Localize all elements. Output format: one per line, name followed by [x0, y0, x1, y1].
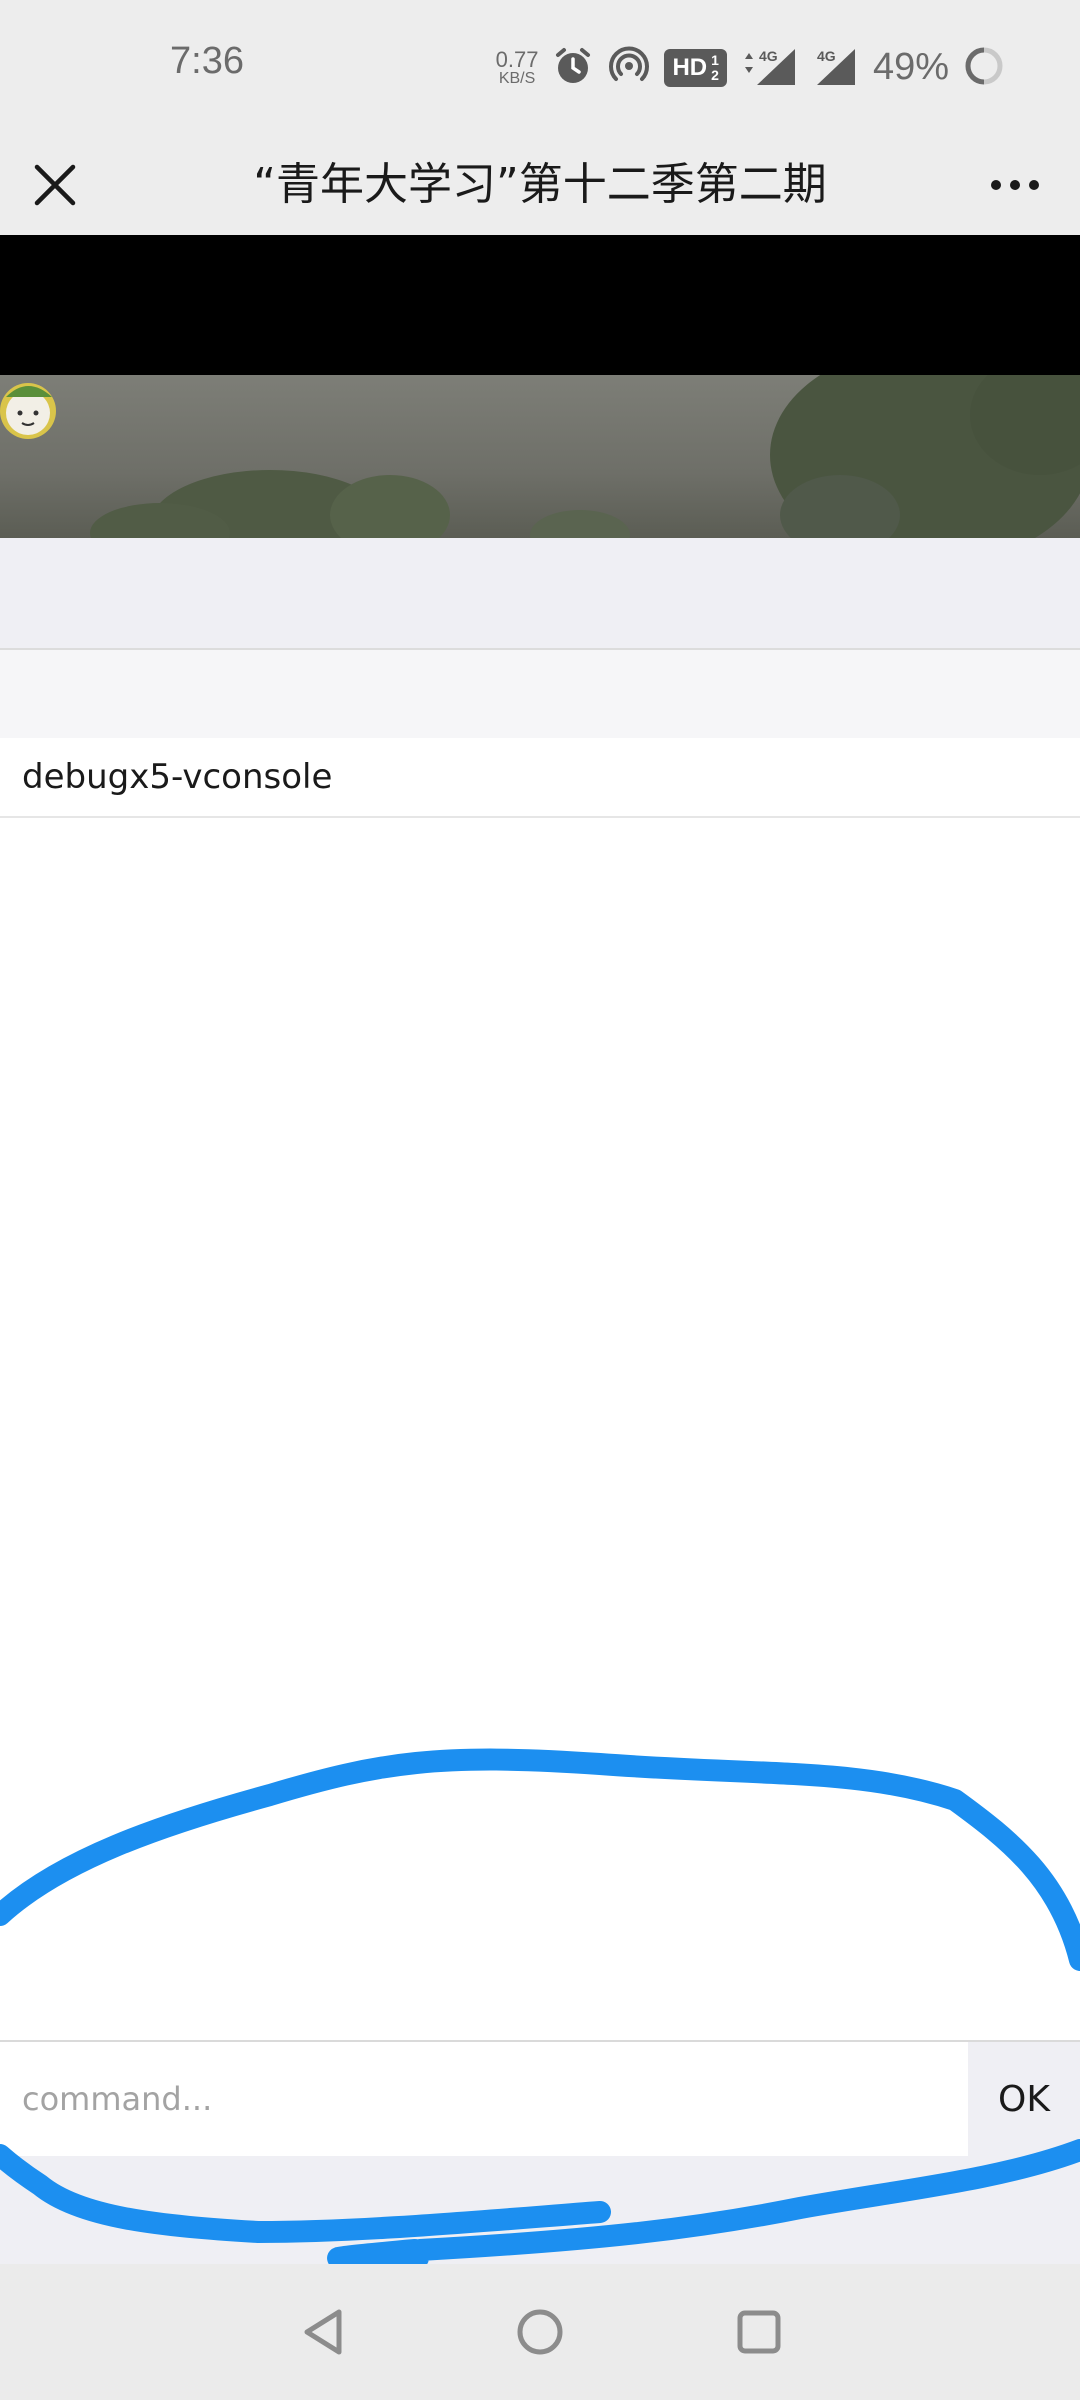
battery-percent: 49%	[872, 46, 949, 88]
command-bar: OK	[0, 2040, 1080, 2158]
screen: 7:36 0.77 KB/S HD 1 2 4G 4G 49% “青年大学习”第…	[0, 0, 1080, 2400]
vconsole-tab-label: debugx5-vconsole	[22, 757, 333, 797]
more-icon-dot	[1010, 180, 1020, 190]
status-bar: 7:36 0.77 KB/S HD 1 2 4G 4G 49%	[0, 0, 1080, 135]
recents-icon	[737, 2310, 781, 2354]
network-speed-unit: KB/S	[498, 69, 536, 87]
hotspot-icon	[608, 45, 650, 91]
signal-icon-sim2: 4G	[813, 45, 859, 91]
page-gap	[0, 538, 1080, 650]
home-icon	[517, 2309, 563, 2355]
back-icon	[304, 2309, 342, 2355]
navigation-bar	[0, 2264, 1080, 2400]
vconsole-footer-area	[0, 2156, 1080, 2264]
more-icon-dot	[991, 180, 1001, 190]
sim-top: 1	[711, 51, 719, 68]
status-time: 7:36	[170, 40, 244, 82]
sim-indicator: 1 2	[711, 51, 719, 83]
vconsole-tab[interactable]: debugx5-vconsole	[0, 738, 1080, 818]
black-banner	[0, 235, 1080, 375]
close-icon	[34, 164, 76, 206]
svg-text:4G: 4G	[759, 48, 778, 64]
close-button[interactable]	[20, 150, 90, 220]
more-button[interactable]	[980, 150, 1050, 220]
vconsole-header	[0, 650, 1080, 738]
home-button[interactable]	[497, 2289, 583, 2375]
battery-ring-icon	[963, 45, 1005, 91]
command-input[interactable]	[0, 2042, 968, 2156]
page-title: “青年大学习”第十二季第二期	[253, 159, 827, 210]
title-bar: “青年大学习”第十二季第二期	[0, 135, 1080, 235]
sim-bottom: 2	[711, 66, 719, 83]
more-icon-dot	[1029, 180, 1039, 190]
alarm-icon	[552, 45, 594, 91]
signal-icon: 4G	[741, 45, 799, 91]
network-speed: 0.77 KB/S	[495, 46, 539, 87]
background-image	[0, 375, 1080, 538]
foliage-illustration	[90, 375, 1080, 538]
ok-button[interactable]: OK	[968, 2042, 1080, 2156]
console-log-area[interactable]	[0, 818, 1080, 2040]
mascot-avatar[interactable]	[0, 375, 64, 445]
svg-text:4G: 4G	[817, 48, 836, 64]
hd-voice-badge: HD 1 2	[664, 48, 727, 87]
status-icons: 0.77 KB/S HD 1 2 4G 4G 49%	[496, 45, 1005, 90]
recents-button[interactable]	[716, 2289, 802, 2375]
hd-label: HD	[672, 53, 708, 81]
back-button[interactable]	[280, 2289, 366, 2375]
network-speed-value: 0.77	[495, 46, 539, 72]
